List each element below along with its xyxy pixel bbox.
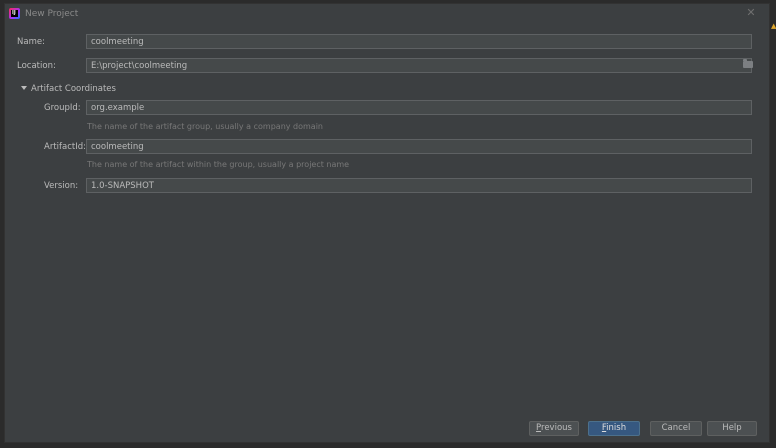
location-row: Location: <box>5 58 769 73</box>
name-label: Name: <box>17 37 45 47</box>
previous-button[interactable]: Previous <box>529 421 579 436</box>
groupid-hint: The name of the artifact group, usually … <box>87 122 323 131</box>
new-project-dialog: IJ New Project ✕ Name: Location: Artifac… <box>4 3 770 443</box>
app-icon-label: IJ <box>12 10 16 16</box>
dialog-titlebar: IJ New Project ✕ <box>5 4 769 24</box>
triangle-down-icon <box>21 86 27 90</box>
intellij-idea-icon: IJ <box>9 8 20 19</box>
version-label: Version: <box>44 181 79 191</box>
groupid-input[interactable] <box>86 100 752 115</box>
previous-label: revious <box>541 423 572 433</box>
location-input[interactable] <box>86 58 752 73</box>
artifactid-label: ArtifactId: <box>44 142 86 152</box>
name-row: Name: <box>5 34 769 49</box>
version-row: Version: <box>5 178 769 193</box>
location-label: Location: <box>17 61 56 71</box>
close-icon[interactable]: ✕ <box>745 7 757 19</box>
background-editor-right: ▲ <box>770 0 776 448</box>
artifactid-hint: The name of the artifact within the grou… <box>87 160 350 169</box>
folder-icon[interactable] <box>743 59 753 68</box>
finish-label: inish <box>606 423 627 433</box>
finish-button[interactable]: Finish <box>588 421 640 436</box>
artifactid-row: ArtifactId: <box>5 139 769 154</box>
dialog-title: New Project <box>25 9 79 19</box>
artifactid-input[interactable] <box>86 139 752 154</box>
name-input[interactable] <box>86 34 752 49</box>
groupid-label: GroupId: <box>44 103 81 113</box>
artifact-coordinates-label: Artifact Coordinates <box>31 84 116 94</box>
groupid-row: GroupId: <box>5 100 769 115</box>
warning-marker-icon: ▲ <box>771 22 776 30</box>
cancel-button[interactable]: Cancel <box>650 421 702 436</box>
help-button[interactable]: Help <box>707 421 757 436</box>
version-input[interactable] <box>86 178 752 193</box>
